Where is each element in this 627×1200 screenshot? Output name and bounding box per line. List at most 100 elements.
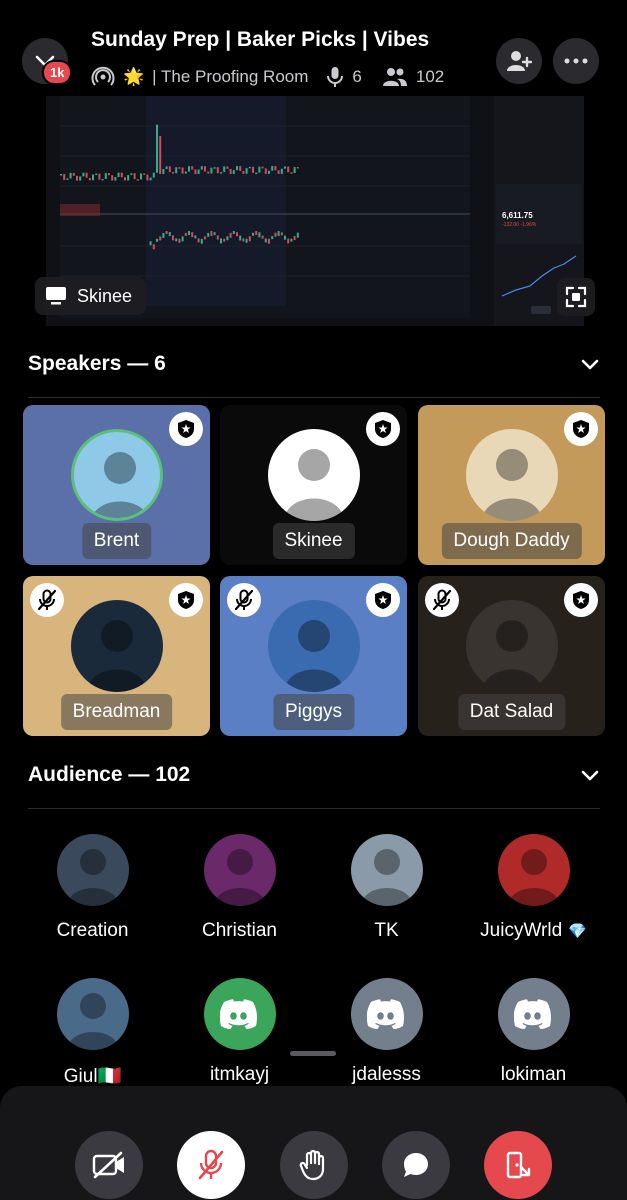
raise-hand-button[interactable]: [280, 1131, 348, 1199]
shield-icon: [178, 591, 194, 609]
nitro-badge-icon: 💎: [568, 923, 587, 940]
audience-avatar: [56, 834, 129, 906]
listener-count: 102: [415, 67, 445, 86]
speakers-section-header[interactable]: Speakers — 6: [28, 349, 600, 379]
moderator-badge: [564, 412, 598, 446]
audience-section-header[interactable]: Audience — 102: [28, 760, 600, 790]
moderator-badge: [366, 583, 400, 617]
speaker-tile[interactable]: Dough Daddy: [418, 405, 605, 565]
chat-icon: [404, 1153, 428, 1177]
speaker-name: Brent: [81, 523, 152, 559]
more-icon: [564, 58, 588, 64]
invite-button[interactable]: [496, 38, 542, 84]
leave-icon: [506, 1151, 531, 1179]
speaker-tile[interactable]: Skinee: [220, 405, 407, 565]
fullscreen-icon: [565, 286, 587, 308]
discord-logo-icon: [366, 999, 404, 1029]
divider: [28, 397, 600, 398]
mic-off-icon: [37, 589, 57, 611]
audience-name: itmkayj: [166, 1064, 313, 1086]
price-label: 6,611.75: [502, 211, 533, 220]
leave-stage-button[interactable]: [484, 1131, 552, 1199]
audience-name: Giul🇮🇹: [19, 1064, 166, 1088]
moderator-badge: [564, 583, 598, 617]
divider: [28, 808, 600, 809]
toggle-video-button[interactable]: [75, 1131, 143, 1199]
speaker-name: Dough Daddy: [441, 523, 582, 559]
speaker-avatar: [267, 429, 360, 521]
shield-icon: [375, 420, 391, 438]
notification-badge: 1k: [42, 60, 73, 85]
shield-icon: [573, 420, 589, 438]
stage-icon: [91, 66, 115, 86]
speaker-tile[interactable]: Brent: [23, 405, 210, 565]
channel-info: 🌟 | The Proofing Room 6 102: [91, 66, 444, 88]
audience-avatar: [203, 978, 276, 1050]
drag-handle[interactable]: [290, 1051, 336, 1056]
mic-off-icon: [432, 589, 452, 611]
shield-icon: [375, 591, 391, 609]
audience-name-text: itmkayj: [209, 1064, 270, 1085]
speaker-tile[interactable]: Breadman: [23, 576, 210, 736]
discord-logo-icon: [513, 999, 551, 1029]
audience-avatar: [350, 978, 423, 1050]
speaker-count: 6: [352, 67, 362, 86]
audience-member[interactable]: itmkayj: [166, 978, 313, 1086]
streamer-label: Skinee: [35, 277, 147, 315]
muted-indicator: [30, 583, 64, 617]
audience-member[interactable]: lokiman: [460, 978, 607, 1086]
moderator-badge: [169, 583, 203, 617]
speaker-tile[interactable]: Dat Salad: [418, 576, 605, 736]
raise-hand-icon: [299, 1149, 325, 1181]
mic-off-icon: [198, 1149, 224, 1180]
audience-member[interactable]: jdalesss: [313, 978, 460, 1086]
audience-member[interactable]: TK: [313, 834, 460, 942]
speaker-avatar: [465, 429, 558, 521]
speaker-name: Dat Salad: [457, 694, 566, 730]
chat-button[interactable]: [382, 1131, 450, 1199]
speaker-avatar: [267, 600, 360, 692]
speaker-avatar: [70, 600, 163, 692]
audience-name-text: jdalesss: [352, 1064, 421, 1085]
audience-name-text: TK: [374, 920, 399, 941]
speaker-name: Piggys: [272, 694, 355, 730]
video-off-icon: [92, 1151, 124, 1179]
moderator-badge: [169, 412, 203, 446]
header: 1k Sunday Prep | Baker Picks | Vibes 🌟 |…: [0, 0, 627, 96]
speaker-tile[interactable]: Piggys: [220, 576, 407, 736]
audience-avatar: [497, 834, 570, 906]
price-change: -132.00 -1.96%: [502, 222, 537, 228]
speaker-avatar: [465, 600, 558, 692]
audience-name: JuicyWrld 💎: [460, 920, 607, 942]
audience-avatar: [497, 978, 570, 1050]
audience-member[interactable]: Creation: [19, 834, 166, 942]
audience-avatar: [56, 978, 129, 1050]
audience-name: lokiman: [460, 1064, 607, 1086]
audience-name-text: Giul🇮🇹: [63, 1066, 122, 1087]
discord-logo-icon: [219, 999, 257, 1029]
audience-member[interactable]: Christian: [166, 834, 313, 942]
audience-avatar: [350, 834, 423, 906]
audience-name: TK: [313, 920, 460, 942]
audience-name: jdalesss: [313, 1064, 460, 1086]
more-options-button[interactable]: [553, 38, 599, 84]
speakers-section-label: Speakers — 6: [28, 352, 166, 375]
audience-name-text: JuicyWrld: [480, 920, 563, 941]
screen-icon: [46, 287, 66, 305]
audience-name: Christian: [166, 920, 313, 942]
audience-name-text: Creation: [56, 920, 129, 941]
chevron-down-icon: [581, 359, 599, 370]
audience-name-text: Christian: [202, 920, 277, 941]
channel-name: | The Proofing Room: [152, 67, 309, 86]
audience-member[interactable]: JuicyWrld 💎: [460, 834, 607, 942]
people-icon: [382, 68, 407, 86]
stage-title: Sunday Prep | Baker Picks | Vibes: [91, 28, 430, 51]
moderator-badge: [366, 412, 400, 446]
audience-member[interactable]: Giul🇮🇹: [19, 978, 166, 1088]
muted-indicator: [227, 583, 261, 617]
fullscreen-button[interactable]: [557, 278, 595, 316]
channel-emoji: 🌟: [123, 67, 145, 86]
add-friend-icon: [507, 51, 532, 71]
toggle-mute-button[interactable]: [177, 1131, 245, 1199]
speaker-name: Breadman: [60, 694, 173, 730]
